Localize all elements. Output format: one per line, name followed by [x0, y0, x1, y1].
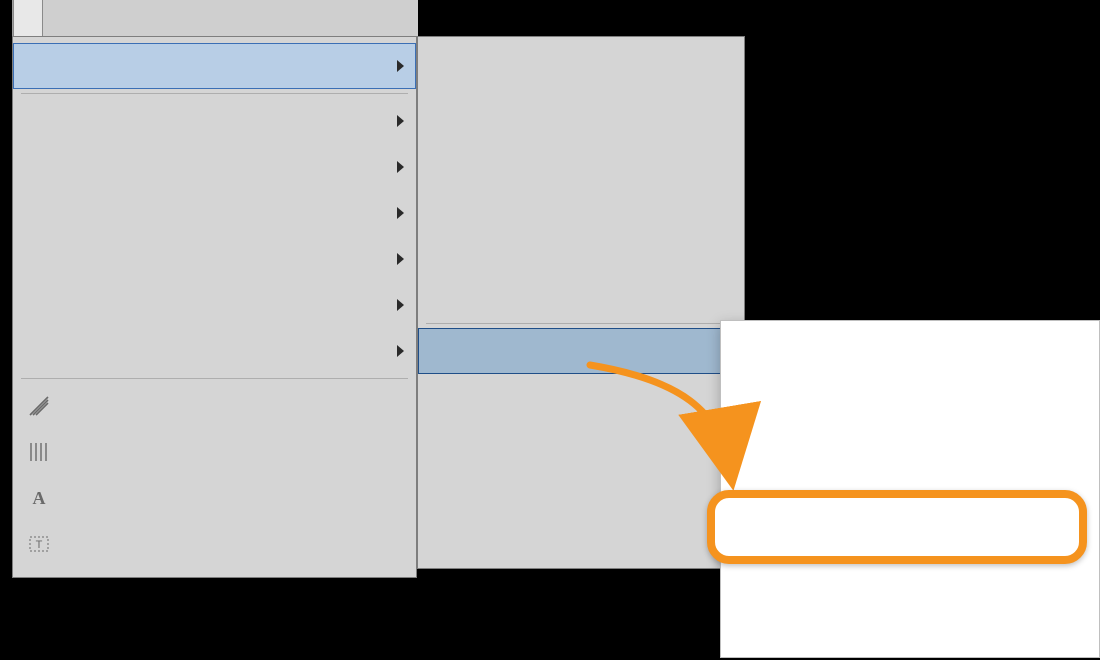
indicator-item-oscillator[interactable] [418, 374, 744, 420]
insert-menu: A T [12, 36, 417, 578]
menubar-item-window[interactable] [101, 0, 130, 36]
trend-item-standard-deviation[interactable] [721, 603, 1099, 649]
text-label-icon: T [21, 533, 57, 555]
chevron-right-icon [397, 345, 404, 357]
insert-menu-item-fibonacci[interactable] [13, 236, 416, 282]
insert-menu-item-text-label[interactable]: T [13, 521, 416, 567]
chevron-right-icon [397, 115, 404, 127]
indicator-item-bill-williams[interactable] [418, 466, 744, 512]
callout-moving-average [707, 490, 1087, 564]
insert-menu-item-andrews-pitchfork[interactable] [13, 383, 416, 429]
insert-menu-item-cycle-line[interactable] [13, 429, 416, 475]
indicator-item-accelerator-oscillator[interactable] [418, 43, 744, 89]
indicator-item-adx[interactable] [418, 181, 744, 227]
svg-text:T: T [36, 539, 43, 551]
trend-item-envelopes[interactable] [721, 419, 1099, 465]
insert-menu-item-text[interactable]: A [13, 475, 416, 521]
text-icon: A [21, 489, 57, 507]
indicator-item-accumulation-distribution[interactable] [418, 89, 744, 135]
indicator-item-trend[interactable] [418, 328, 744, 374]
indicator-item-atr[interactable] [418, 227, 744, 273]
chevron-right-icon [397, 207, 404, 219]
trend-item-adx[interactable] [721, 327, 1099, 373]
menubar-item-chart[interactable] [43, 0, 72, 36]
indicator-item-alligator[interactable] [418, 135, 744, 181]
trend-item-bollinger-bands[interactable] [721, 373, 1099, 419]
insert-menu-item-channel[interactable] [13, 144, 416, 190]
menu-separator [21, 378, 408, 379]
insert-menu-item-shapes[interactable] [13, 282, 416, 328]
insert-menu-item-arrows[interactable] [13, 328, 416, 374]
menubar-item-tools[interactable] [72, 0, 101, 36]
cycle-lines-icon [21, 441, 57, 463]
chevron-right-icon [397, 161, 404, 173]
menubar-item-insert[interactable] [13, 0, 43, 36]
menu-separator [21, 93, 408, 94]
menubar [12, 0, 418, 36]
indicator-item-awesome-oscillator[interactable] [418, 273, 744, 319]
indicator-item-volume[interactable] [418, 420, 744, 466]
chevron-right-icon [397, 60, 404, 72]
insert-menu-item-gann[interactable] [13, 190, 416, 236]
trend-submenu [720, 320, 1100, 658]
indicators-submenu [417, 36, 745, 569]
insert-menu-item-line[interactable] [13, 98, 416, 144]
indicator-item-custom[interactable] [418, 512, 744, 558]
chevron-right-icon [397, 299, 404, 311]
pitchfork-icon [21, 395, 57, 417]
menu-separator [426, 323, 736, 324]
chevron-right-icon [397, 253, 404, 265]
insert-menu-item-indicators[interactable] [13, 43, 416, 89]
